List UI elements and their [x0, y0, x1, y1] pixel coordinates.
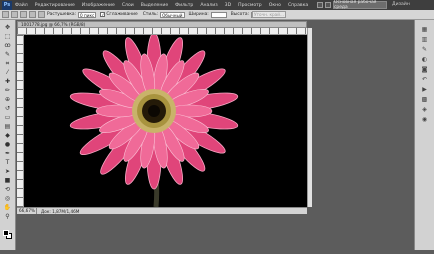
- actions-icon[interactable]: ▶: [420, 86, 429, 93]
- ruler-horizontal: [17, 28, 307, 35]
- masks-icon[interactable]: ◙: [420, 66, 429, 73]
- history-brush-tool-icon[interactable]: ↺: [3, 105, 13, 112]
- bridge-icon[interactable]: [317, 2, 324, 8]
- path-select-tool-icon[interactable]: ➤: [3, 168, 13, 175]
- width-input[interactable]: [210, 11, 227, 18]
- new-selection-icon[interactable]: [11, 11, 18, 18]
- menu-3d[interactable]: 3D: [225, 3, 231, 8]
- history-icon[interactable]: ↶: [420, 76, 429, 83]
- menu-bar: Ps Файл Редактирование Изображение Слои …: [0, 0, 434, 10]
- menu-filter[interactable]: Фильтр: [175, 3, 193, 8]
- channels-icon[interactable]: ▥: [420, 36, 429, 43]
- antialias-label: Сглаживание: [106, 12, 138, 17]
- eraser-tool-icon[interactable]: ▭: [3, 114, 13, 121]
- color-icon[interactable]: ◉: [420, 116, 429, 123]
- status-bar: 66,67% Док: 1,87M/1,46M: [17, 207, 307, 214]
- photoshop-logo: Ps: [2, 0, 12, 10]
- feather-label: Растушевка:: [47, 12, 77, 17]
- type-tool-icon[interactable]: T: [3, 159, 13, 166]
- pen-tool-icon[interactable]: ✒: [3, 150, 13, 157]
- menu-window[interactable]: Окно: [269, 3, 281, 8]
- styles-icon[interactable]: ◈: [420, 106, 429, 113]
- menu-image[interactable]: Изображение: [82, 3, 115, 8]
- marquee-tool-icon[interactable]: ⬚: [3, 33, 13, 40]
- hand-tool-icon[interactable]: ✋: [3, 204, 13, 211]
- document-scrollbar[interactable]: [307, 28, 312, 207]
- swatches-icon[interactable]: ▩: [420, 96, 429, 103]
- workspace-button[interactable]: Основная рабочая среда: [333, 0, 387, 10]
- shape-tool-icon[interactable]: ■: [3, 177, 13, 184]
- gerbera-flower-image: [69, 35, 239, 207]
- crop-tool-icon[interactable]: ⌗: [3, 60, 13, 67]
- feather-input[interactable]: 0 пикс: [78, 11, 97, 18]
- foreground-color-swatch[interactable]: [3, 230, 9, 236]
- blur-tool-icon[interactable]: ◆: [3, 132, 13, 139]
- width-label: Ширина:: [188, 12, 209, 17]
- document-tab[interactable]: 1001778.jpg @ 66,7% (RGB/8): [17, 21, 307, 28]
- height-label: Высота:: [230, 12, 250, 17]
- menu-view[interactable]: Просмотр: [238, 3, 262, 8]
- workspace-extra[interactable]: Дизайн: [392, 2, 410, 7]
- zoom-tool-icon[interactable]: ⚲: [3, 213, 13, 220]
- ruler-vertical: [17, 35, 24, 207]
- move-tool-icon[interactable]: ✥: [3, 24, 13, 31]
- 3d-rotate-tool-icon[interactable]: ⟲: [3, 186, 13, 193]
- mini-bridge-icon[interactable]: [325, 2, 332, 8]
- style-select[interactable]: Обычный: [160, 11, 185, 18]
- menu-file[interactable]: Файл: [15, 3, 28, 8]
- status-zoom[interactable]: 66,67%: [17, 208, 37, 214]
- options-bar: Растушевка: 0 пикс ✓ Сглаживание Стиль: …: [0, 10, 434, 20]
- refine-edge-button[interactable]: Уточн. край...: [252, 11, 286, 18]
- tool-preset-icon[interactable]: [2, 11, 9, 18]
- clone-tool-icon[interactable]: ⊕: [3, 96, 13, 103]
- style-label: Стиль:: [142, 12, 159, 17]
- quick-select-tool-icon[interactable]: ✎: [3, 51, 13, 58]
- subtract-selection-icon[interactable]: [29, 11, 36, 18]
- status-doc-size: Док: 1,87M/1,46M: [41, 208, 80, 214]
- brush-tool-icon[interactable]: ✏: [3, 87, 13, 94]
- gradient-tool-icon[interactable]: ▤: [3, 123, 13, 130]
- adjustments-icon[interactable]: ◐: [420, 56, 429, 63]
- add-selection-icon[interactable]: [20, 11, 27, 18]
- paths-icon[interactable]: ✎: [420, 46, 429, 53]
- menu-analysis[interactable]: Анализ: [200, 3, 217, 8]
- dodge-tool-icon[interactable]: ●: [3, 141, 13, 148]
- panel-dock: ▦ ▥ ✎ ◐ ◙ ↶ ▶ ▩ ◈ ◉: [414, 20, 434, 250]
- eyedropper-tool-icon[interactable]: ⁄: [3, 69, 13, 76]
- healing-tool-icon[interactable]: ✚: [3, 78, 13, 85]
- menu-layers[interactable]: Слои: [122, 3, 134, 8]
- intersect-selection-icon[interactable]: [38, 11, 45, 18]
- lasso-tool-icon[interactable]: ꝏ: [3, 42, 13, 49]
- document-canvas[interactable]: [24, 35, 307, 207]
- menu-select[interactable]: Выделение: [141, 3, 168, 8]
- menu-help[interactable]: Справка: [288, 3, 308, 8]
- tools-panel: ✥ ⬚ ꝏ ✎ ⌗ ⁄ ✚ ✏ ⊕ ↺ ▭ ▤ ◆ ● ✒ T ➤ ■ ⟲ ◎ …: [0, 20, 16, 250]
- layers-icon[interactable]: ▦: [420, 26, 429, 33]
- 3d-camera-tool-icon[interactable]: ◎: [3, 195, 13, 202]
- menu-edit[interactable]: Редактирование: [35, 3, 75, 8]
- antialias-checkbox[interactable]: ✓: [100, 12, 106, 17]
